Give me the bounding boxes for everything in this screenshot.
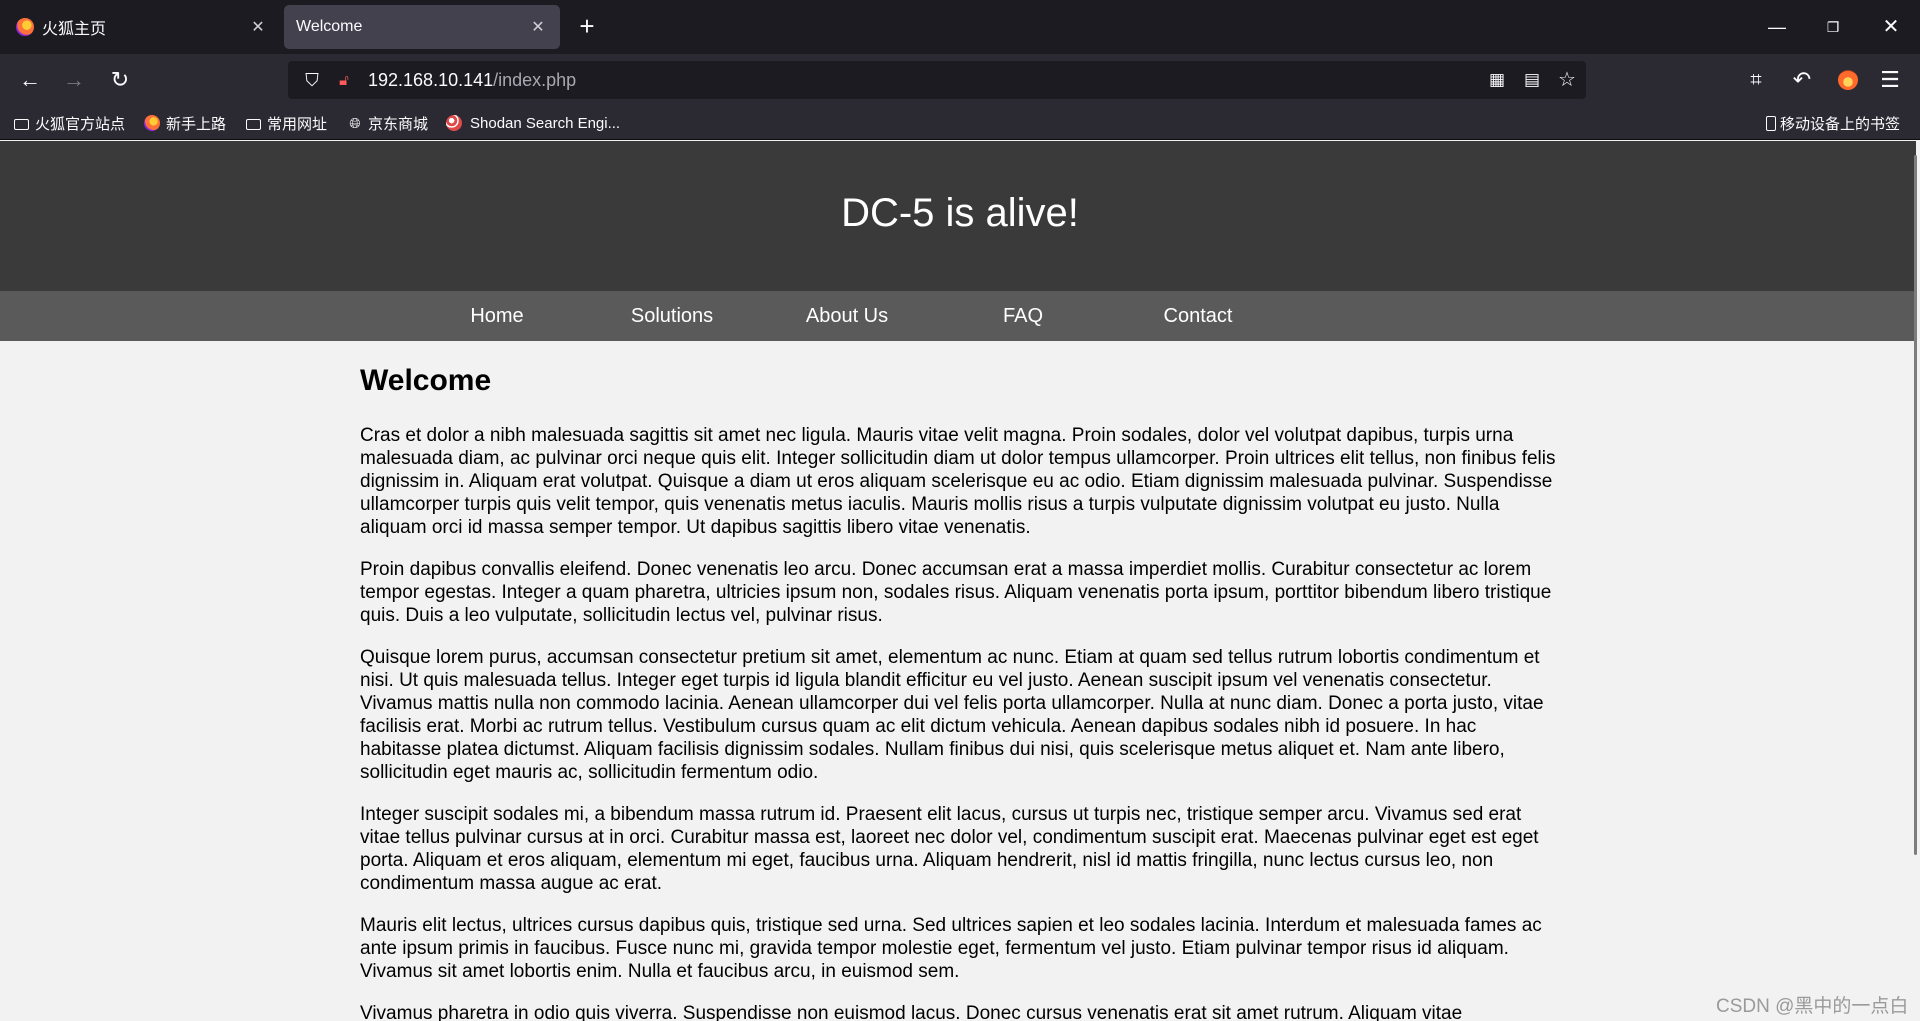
bookmark-common-sites[interactable]: 常用网址 bbox=[246, 112, 327, 134]
paragraph: Quisque lorem purus, accumsan consectetu… bbox=[360, 647, 1544, 783]
tab-firefox-home[interactable]: 火狐主页 ✕ bbox=[4, 5, 280, 49]
bookmark-shodan[interactable]: Shodan Search Engi... bbox=[446, 112, 620, 134]
restore-icon[interactable]: ❐ bbox=[1818, 12, 1848, 42]
site-header: DC-5 is alive! bbox=[0, 141, 1916, 291]
undo-icon[interactable]: ↶ bbox=[1786, 64, 1818, 96]
url-host: 192.168.10.141 bbox=[368, 69, 494, 90]
main-content: Welcome Cras et dolor a nibh malesuada s… bbox=[360, 341, 1560, 1021]
nav-toolbar: ← → ↻ ⛉ 🔓︎ 192.168.10.141/index.php ▦ ▤ … bbox=[0, 54, 1920, 106]
site-nav: Home Solutions About Us FAQ Contact bbox=[0, 291, 1916, 341]
firefox-icon bbox=[144, 115, 160, 131]
reload-icon[interactable]: ↻ bbox=[104, 64, 136, 96]
bookmark-label: 移动设备上的书签 bbox=[1780, 115, 1901, 133]
folder-icon bbox=[14, 118, 29, 130]
nav-link-faq[interactable]: FAQ bbox=[953, 305, 1093, 328]
shield-icon[interactable]: ⛉ bbox=[300, 70, 324, 91]
minimize-icon[interactable]: — bbox=[1762, 12, 1792, 42]
paragraph: Mauris elit lectus, ultrices cursus dapi… bbox=[360, 915, 1542, 982]
nav-link-about-us[interactable]: About Us bbox=[777, 305, 917, 328]
close-icon[interactable]: ✕ bbox=[528, 17, 548, 37]
close-icon[interactable]: ✕ bbox=[248, 17, 268, 37]
page-heading: Welcome bbox=[360, 364, 492, 397]
shodan-icon bbox=[446, 115, 462, 131]
mobile-bookmarks[interactable]: 移动设备上的书签 bbox=[1766, 112, 1900, 134]
paragraph: Proin dapibus convallis eleifend. Donec … bbox=[360, 559, 1552, 626]
site-title: DC-5 is alive! bbox=[841, 191, 1079, 235]
tab-title: Welcome bbox=[296, 18, 363, 35]
url-path: /index.php bbox=[493, 69, 577, 90]
back-arrow-icon[interactable]: ← bbox=[14, 64, 46, 96]
mobile-device-icon bbox=[1766, 115, 1776, 131]
new-tab-button[interactable]: + bbox=[574, 13, 600, 40]
qr-code-icon[interactable]: ▦ bbox=[1484, 68, 1510, 92]
bookmark-label: 京东商城 bbox=[368, 115, 429, 133]
screenshot-crop-icon[interactable]: ⌗ bbox=[1740, 64, 1772, 96]
insecure-lock-icon[interactable]: 🔓︎ bbox=[334, 72, 354, 89]
extension-icon[interactable] bbox=[1832, 64, 1864, 96]
bookmark-label: 火狐官方站点 bbox=[35, 115, 126, 133]
reader-view-icon[interactable]: ▤ bbox=[1519, 68, 1545, 92]
tab-bar: 火狐主页 ✕ Welcome ✕ + — ❐ ✕ bbox=[0, 0, 1920, 54]
tab-title: 火狐主页 bbox=[42, 21, 107, 38]
url-text[interactable]: 192.168.10.141/index.php bbox=[368, 70, 576, 91]
bookmark-label: Shodan Search Engi... bbox=[470, 114, 621, 132]
window-close-icon[interactable]: ✕ bbox=[1876, 12, 1906, 42]
nav-link-solutions[interactable]: Solutions bbox=[602, 305, 742, 328]
hamburger-menu-icon[interactable]: ☰ bbox=[1874, 64, 1906, 96]
bookmark-label: 新手上路 bbox=[166, 115, 227, 133]
bookmarks-bar: 火狐官方站点 新手上路 常用网址 🌐︎ 京东商城 Shodan Search E… bbox=[0, 106, 1920, 140]
paragraph: Vivamus pharetra in odio quis viverra. S… bbox=[360, 1003, 1463, 1021]
nav-link-contact[interactable]: Contact bbox=[1128, 305, 1268, 328]
forward-arrow-icon[interactable]: → bbox=[58, 64, 90, 96]
nav-link-home[interactable]: Home bbox=[427, 305, 567, 328]
bookmark-getting-started[interactable]: 新手上路 bbox=[144, 112, 226, 134]
watermark-text: CSDN @黑中的一点白 bbox=[1716, 996, 1909, 1017]
bookmark-label: 常用网址 bbox=[267, 115, 328, 133]
paragraph: Cras et dolor a nibh malesuada sagittis … bbox=[360, 425, 1556, 538]
tab-welcome[interactable]: Welcome ✕ bbox=[284, 5, 560, 49]
globe-icon: 🌐︎ bbox=[349, 114, 361, 131]
scrollbar[interactable] bbox=[1914, 155, 1917, 855]
bookmark-star-icon[interactable]: ☆ bbox=[1554, 68, 1580, 92]
bookmark-jd[interactable]: 🌐︎ 京东商城 bbox=[346, 112, 428, 134]
page-viewport: DC-5 is alive! Home Solutions About Us F… bbox=[0, 141, 1920, 1021]
firefox-icon bbox=[16, 18, 34, 36]
bookmark-firefox-sites[interactable]: 火狐官方站点 bbox=[14, 112, 125, 134]
folder-icon bbox=[246, 118, 261, 130]
paragraph: Integer suscipit sodales mi, a bibendum … bbox=[360, 804, 1539, 894]
url-bar[interactable]: ⛉ 🔓︎ 192.168.10.141/index.php ▦ ▤ ☆ bbox=[288, 61, 1586, 99]
